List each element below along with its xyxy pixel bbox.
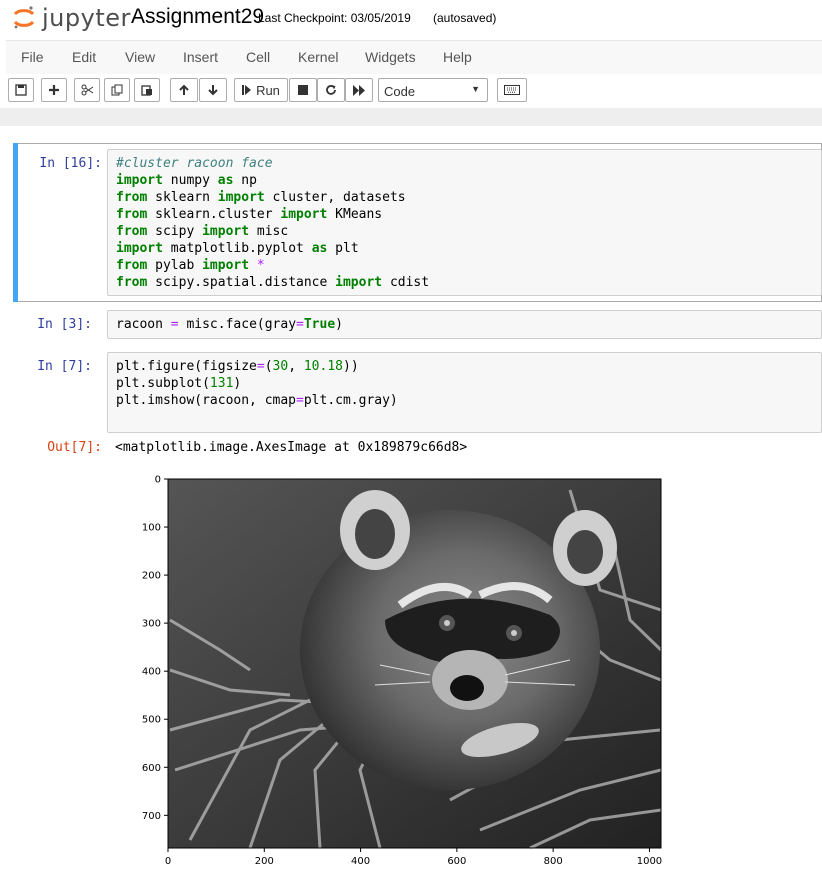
cell-type-select[interactable]: Code ▼ (378, 78, 488, 102)
menu-help[interactable]: Help (443, 49, 472, 65)
x-tick-label: 200 (255, 856, 274, 867)
interrupt-button[interactable] (289, 78, 317, 102)
y-tick-label: 200 (142, 571, 161, 582)
insert-cell-button[interactable] (41, 78, 67, 102)
copy-button[interactable] (104, 78, 130, 102)
paste-icon (141, 85, 152, 96)
header-shadow-band (0, 108, 822, 126)
menu-file[interactable]: File (21, 49, 44, 65)
fast-forward-icon (352, 84, 365, 96)
cut-button[interactable] (74, 78, 100, 102)
code-line: #cluster racoon face (116, 156, 273, 171)
copy-icon (111, 84, 123, 96)
code-line: import numpy as np (116, 173, 257, 188)
y-tick-label: 600 (142, 763, 161, 774)
y-tick-label: 0 (155, 475, 161, 486)
stop-icon (298, 85, 308, 95)
autosave-status: (autosaved) (433, 11, 497, 25)
code-line: from sklearn import cluster, datasets (116, 190, 406, 205)
y-tick-label: 500 (142, 715, 161, 726)
x-tick-label: 1000 (637, 856, 662, 867)
notebook-name[interactable]: Assignment29 (131, 5, 264, 29)
y-tick-label: 100 (142, 523, 161, 534)
x-tick-label: 800 (544, 856, 563, 867)
save-icon (15, 84, 27, 96)
logo-text: jupyter (42, 4, 131, 32)
code-line: from scipy import misc (116, 224, 289, 239)
code-line: plt.figure(figsize=(30, 10.18)) (116, 359, 359, 374)
menubar: File Edit View Insert Cell Kernel Widget… (6, 40, 822, 76)
menu-kernel[interactable]: Kernel (298, 49, 338, 65)
input-prompt: In [7]: (37, 359, 92, 374)
scissors-icon (81, 84, 93, 96)
input-prompt: In [16]: (39, 156, 102, 171)
y-tick-label: 300 (142, 619, 161, 630)
menu-edit[interactable]: Edit (72, 49, 96, 65)
imshow-plot: 0 100 200 300 400 500 600 700 0 200 400 600 800 1000 (142, 475, 663, 868)
paste-button[interactable] (134, 78, 160, 102)
jupyter-logo[interactable]: jupyter (12, 3, 131, 33)
arrow-up-icon (179, 84, 189, 95)
code-line: from pylab import * (116, 258, 265, 273)
caret-down-icon: ▼ (471, 84, 480, 94)
code-block: #cluster racoon face import numpy as np … (108, 150, 821, 291)
code-line: import matplotlib.pyplot as plt (116, 241, 359, 256)
move-down-button[interactable] (199, 78, 227, 102)
code-line: plt.subplot(131) (116, 376, 242, 391)
x-axis: 0 200 400 600 800 1000 (165, 848, 662, 867)
menu-view[interactable]: View (125, 49, 155, 65)
run-button[interactable]: Run (234, 78, 288, 102)
notebook-header: jupyter Assignment29 Last Checkpoint: 03… (0, 0, 822, 40)
code-editor[interactable]: racoon = misc.face(gray=True) (107, 310, 822, 339)
code-line: from sklearn.cluster import KMeans (116, 207, 383, 222)
y-tick-label: 400 (142, 667, 161, 678)
code-editor[interactable]: plt.figure(figsize=(30, 10.18)) plt.subp… (107, 352, 822, 433)
y-axis: 0 100 200 300 400 500 600 700 (142, 475, 168, 822)
move-up-button[interactable] (170, 78, 198, 102)
x-tick-label: 0 (165, 856, 171, 867)
code-editor[interactable]: #cluster racoon face import numpy as np … (107, 149, 822, 296)
jupyter-logo-icon (13, 6, 35, 29)
checkpoint-status: Last Checkpoint: 03/05/2019 (258, 11, 411, 25)
code-block: racoon = misc.face(gray=True) (108, 311, 821, 333)
restart-button[interactable] (317, 78, 345, 102)
code-block: plt.figure(figsize=(30, 10.18)) plt.subp… (108, 353, 821, 409)
command-palette-button[interactable] (497, 78, 527, 102)
y-tick-label: 700 (142, 811, 161, 822)
keyboard-icon (504, 85, 520, 95)
input-prompt: In [3]: (37, 317, 92, 332)
refresh-icon (326, 85, 336, 95)
x-tick-label: 400 (351, 856, 370, 867)
menu-cell[interactable]: Cell (246, 49, 270, 65)
plus-icon (49, 85, 59, 95)
output-text: <matplotlib.image.AxesImage at 0x189879c… (115, 440, 468, 455)
code-line: from scipy.spatial.distance import cdist (116, 275, 430, 290)
run-label: Run (256, 82, 280, 98)
x-tick-label: 600 (447, 856, 466, 867)
code-line: plt.imshow(racoon, cmap=plt.cm.gray) (116, 393, 398, 408)
restart-run-all-button[interactable] (345, 78, 373, 102)
menu-widgets[interactable]: Widgets (365, 49, 416, 65)
output-prompt: Out[7]: (47, 440, 102, 455)
save-button[interactable] (8, 78, 34, 102)
step-forward-icon (242, 85, 252, 95)
raccoon-image (168, 479, 663, 850)
code-line: racoon = misc.face(gray=True) (116, 317, 343, 332)
cell-type-value: Code (384, 84, 416, 99)
arrow-down-icon (208, 85, 218, 96)
menu-insert[interactable]: Insert (183, 49, 218, 65)
